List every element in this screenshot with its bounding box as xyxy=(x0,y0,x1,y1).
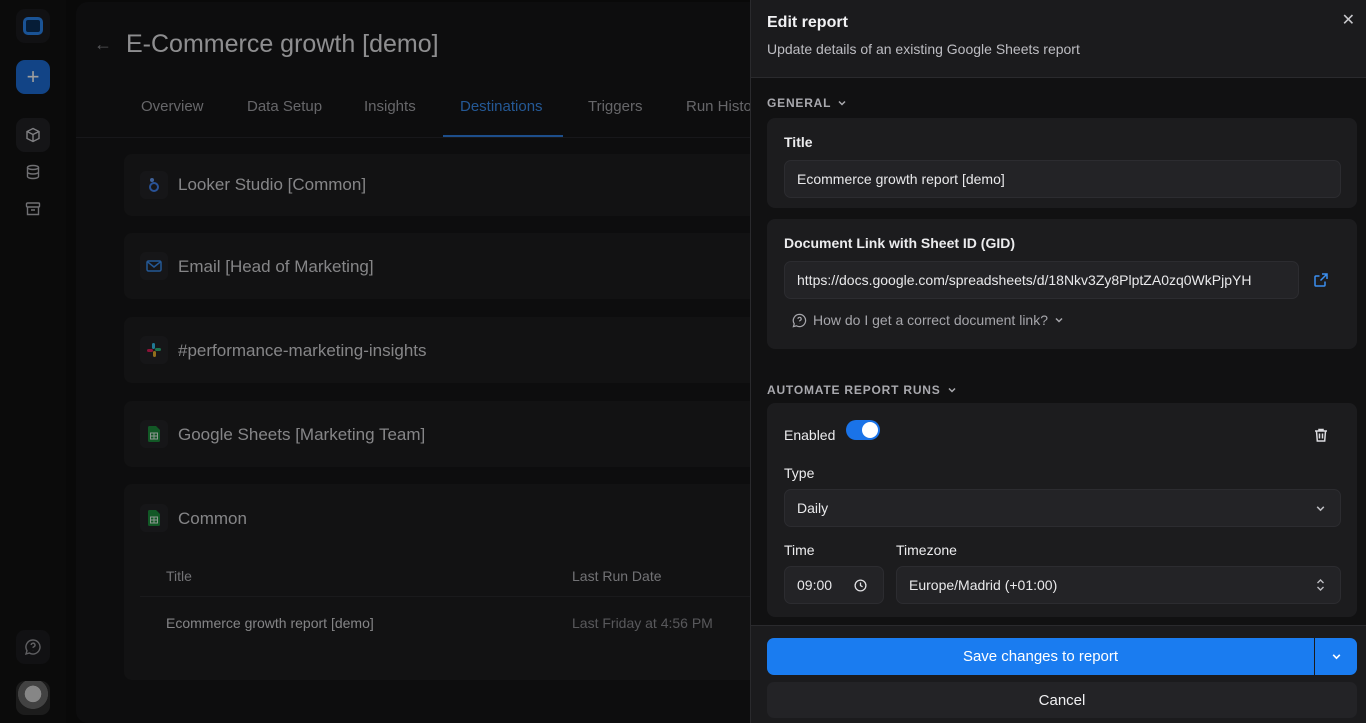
destination-name: Looker Studio [Common] xyxy=(178,175,367,194)
table-divider xyxy=(140,596,774,597)
save-options-button[interactable] xyxy=(1315,638,1357,675)
section-automate-label: AUTOMATE REPORT RUNS xyxy=(767,383,941,397)
question-chat-icon xyxy=(792,313,807,327)
archive-icon[interactable] xyxy=(16,192,50,226)
cancel-button[interactable]: Cancel xyxy=(767,682,1357,718)
type-label: Type xyxy=(784,465,815,481)
tab-triggers[interactable]: Triggers xyxy=(588,98,642,132)
external-link-icon[interactable] xyxy=(1313,272,1329,293)
chevron-down-icon xyxy=(948,387,956,393)
tab-insights[interactable]: Insights xyxy=(364,98,416,132)
type-value: Daily xyxy=(797,500,829,516)
timezone-label: Timezone xyxy=(896,542,957,558)
tab-data-setup[interactable]: Data Setup xyxy=(247,98,322,132)
destination-card[interactable]: Email [Head of Marketing] xyxy=(124,233,774,299)
edit-report-panel: Edit report Update details of an existin… xyxy=(750,0,1366,723)
destination-card[interactable]: Looker Studio [Common] xyxy=(124,154,774,216)
google-sheets-icon xyxy=(140,504,168,532)
last-run-cell: Last Friday at 4:56 PM xyxy=(572,615,713,631)
chevron-down-icon xyxy=(838,100,846,106)
title-input[interactable]: Ecommerce growth report [demo] xyxy=(784,160,1341,198)
common-destination-card: Common Title Last Run Date Ecommerce gro… xyxy=(124,484,774,680)
enabled-toggle[interactable] xyxy=(846,420,880,440)
cube-icon[interactable] xyxy=(16,118,50,152)
document-link-help-text: How do I get a correct document link? xyxy=(813,312,1049,328)
type-select[interactable]: Daily xyxy=(784,489,1341,527)
tab-bar: Overview Data Setup Insights Destination… xyxy=(76,88,776,138)
tab-destinations[interactable]: Destinations xyxy=(460,98,543,132)
automation-box: Enabled Type Daily Time Timezone 09:00 E… xyxy=(767,403,1357,617)
active-tab-indicator xyxy=(443,135,563,137)
save-changes-button[interactable]: Save changes to report xyxy=(767,638,1314,675)
document-link-help[interactable]: How do I get a correct document link? xyxy=(792,312,1064,328)
destination-card[interactable]: #performance-marketing-insights xyxy=(124,317,774,383)
panel-subtitle: Update details of an existing Google She… xyxy=(767,41,1080,57)
back-arrow-icon[interactable]: ← xyxy=(94,34,112,55)
time-label: Time xyxy=(784,542,815,558)
looker-studio-icon xyxy=(140,171,168,199)
destination-name: Email [Head of Marketing] xyxy=(178,257,374,276)
page-title: E-Commerce growth [demo] xyxy=(126,30,439,58)
clock-icon xyxy=(854,578,867,592)
destination-name: Common xyxy=(178,509,247,528)
title-label: Title xyxy=(784,134,813,150)
time-value: 09:00 xyxy=(797,577,833,593)
trash-icon[interactable] xyxy=(1313,427,1329,448)
slack-icon xyxy=(140,336,168,364)
app-logo-icon[interactable] xyxy=(16,9,50,43)
google-sheets-icon xyxy=(140,420,168,448)
title-box: Title Ecommerce growth report [demo] xyxy=(767,118,1357,208)
enabled-label: Enabled xyxy=(784,427,836,443)
section-general-label: GENERAL xyxy=(767,96,832,110)
chevron-down-icon xyxy=(1316,505,1325,511)
time-input[interactable]: 09:00 xyxy=(784,566,884,604)
database-icon[interactable] xyxy=(16,155,50,189)
main-content: ← E-Commerce growth [demo] Overview Data… xyxy=(76,2,776,723)
help-chat-icon[interactable] xyxy=(16,630,50,664)
document-link-label: Document Link with Sheet ID (GID) xyxy=(784,235,1016,251)
mail-icon xyxy=(140,252,168,280)
tab-run-history[interactable]: Run Histo xyxy=(686,98,752,132)
document-link-input[interactable]: https://docs.google.com/spreadsheets/d/1… xyxy=(784,261,1299,299)
column-header-last-run: Last Run Date xyxy=(572,568,662,584)
panel-header: Edit report Update details of an existin… xyxy=(751,0,1366,78)
destination-card[interactable]: Google Sheets [Marketing Team] xyxy=(124,401,774,467)
panel-body: GENERAL Title Ecommerce growth report [d… xyxy=(751,78,1366,625)
chevron-down-icon xyxy=(1055,317,1063,323)
close-icon[interactable]: ✕ xyxy=(1342,10,1355,30)
destination-name: #performance-marketing-insights xyxy=(178,341,427,360)
avatar[interactable] xyxy=(16,681,50,715)
section-automate-toggle[interactable]: AUTOMATE REPORT RUNS xyxy=(767,383,957,397)
document-link-box: Document Link with Sheet ID (GID) https:… xyxy=(767,219,1357,349)
chevron-down-icon xyxy=(1332,654,1340,660)
timezone-select[interactable]: Europe/Madrid (+01:00) xyxy=(896,566,1341,604)
section-general-toggle[interactable]: GENERAL xyxy=(767,96,847,110)
new-button[interactable]: + xyxy=(16,60,50,94)
panel-title: Edit report xyxy=(767,14,848,31)
destination-name: Google Sheets [Marketing Team] xyxy=(178,425,426,444)
panel-footer: Save changes to report Cancel xyxy=(751,625,1366,723)
column-header-title: Title xyxy=(166,568,192,584)
chevron-up-down-icon xyxy=(1317,579,1324,591)
tab-overview[interactable]: Overview xyxy=(141,98,204,132)
timezone-value: Europe/Madrid (+01:00) xyxy=(909,577,1058,593)
app-rail: + xyxy=(0,0,66,723)
report-title-cell[interactable]: Ecommerce growth report [demo] xyxy=(166,615,374,631)
